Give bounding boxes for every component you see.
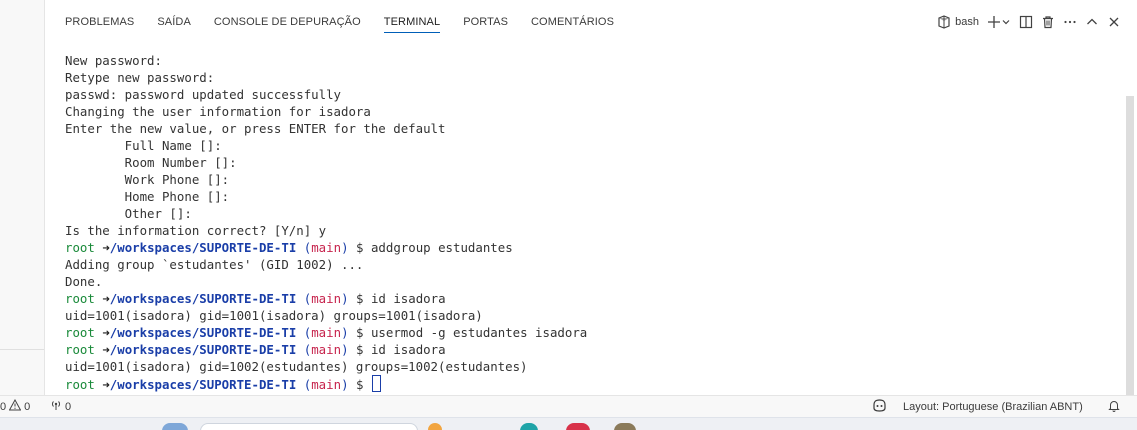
terminal-line: Full Name []: — [65, 138, 222, 153]
trash-icon — [1041, 15, 1055, 29]
terminal-line: New password: — [65, 53, 162, 68]
prompt-user: root — [65, 240, 95, 255]
prompt-branch: main — [311, 240, 342, 255]
prompt-user: root — [65, 342, 95, 357]
prompt-user: root — [65, 377, 95, 392]
status-bar: 0 0 0 Layout: Portuguese (Brazilian ABNT… — [0, 395, 1137, 417]
terminal-icon — [937, 15, 951, 29]
prompt-branch-paren: ) — [341, 342, 349, 357]
prompt-arrow: ➜ — [102, 377, 110, 392]
prompt-command: addgroup estudantes — [370, 240, 513, 255]
prompt-symbol: $ — [356, 342, 364, 357]
prompt-branch: main — [311, 377, 342, 392]
prompt-branch: main — [311, 325, 342, 340]
terminal-prompt-line: root ➜/workspaces/SUPORTE-DE-TI (main) $… — [65, 324, 1105, 341]
terminal-line: Retype new password: — [65, 70, 215, 85]
chevron-down-icon[interactable] — [1001, 17, 1011, 27]
prompt-arrow: ➜ — [102, 240, 110, 255]
prompt-path: /workspaces/SUPORTE-DE-TI — [109, 342, 297, 357]
copilot-icon — [872, 398, 887, 415]
prompt-branch-paren: ) — [341, 325, 349, 340]
split-terminal-button[interactable] — [1019, 15, 1033, 29]
prompt-path: /workspaces/SUPORTE-DE-TI — [109, 377, 297, 392]
close-icon — [1107, 15, 1121, 29]
terminal-prompt-line: root ➜/workspaces/SUPORTE-DE-TI (main) $ — [65, 375, 1105, 392]
tab-comments[interactable]: COMENTÁRIOS — [531, 0, 614, 44]
ports-status[interactable]: 0 — [50, 396, 71, 417]
notifications-button[interactable] — [1108, 396, 1120, 417]
terminal-prompt-line: root ➜/workspaces/SUPORTE-DE-TI (main) $… — [65, 341, 1105, 358]
warning-icon — [8, 398, 22, 414]
terminal-line: passwd: password updated successfully — [65, 87, 342, 102]
plus-icon — [987, 15, 1001, 29]
prompt-arrow: ➜ — [102, 291, 110, 306]
shell-label: bash — [955, 16, 979, 28]
prompt-branch-paren: ) — [341, 291, 349, 306]
terminal-shell-selector[interactable]: bash — [937, 15, 979, 29]
prompt-command: usermod -g estudantes isadora — [370, 325, 588, 340]
terminal-prompt-line: root ➜/workspaces/SUPORTE-DE-TI (main) $… — [65, 239, 1105, 256]
terminal-line: Work Phone []: — [65, 172, 230, 187]
bell-icon — [1108, 399, 1120, 415]
split-icon — [1019, 15, 1033, 29]
terminal-line: Other []: — [65, 206, 192, 221]
prompt-symbol: $ — [356, 325, 364, 340]
prompt-branch-paren: ) — [341, 240, 349, 255]
terminal-line: Adding group `estudantes' (GID 1002) ... — [65, 257, 364, 272]
close-panel-button[interactable] — [1107, 15, 1121, 29]
prompt-branch: main — [311, 342, 342, 357]
prompt-symbol: $ — [356, 240, 364, 255]
prompt-path: /workspaces/SUPORTE-DE-TI — [109, 240, 297, 255]
terminal-line: Home Phone []: — [65, 189, 230, 204]
tab-problems[interactable]: PROBLEMAS — [65, 0, 134, 44]
os-taskbar — [0, 417, 1137, 430]
prompt-branch-paren: ) — [341, 377, 349, 392]
terminal-panel: PROBLEMAS SAÍDA CONSOLE DE DEPURAÇÃO TER… — [45, 0, 1137, 401]
error-count: 0 — [0, 400, 7, 413]
terminal-line: Is the information correct? [Y/n] y — [65, 223, 327, 238]
terminal-prompt-line: root ➜/workspaces/SUPORTE-DE-TI (main) $… — [65, 290, 1105, 307]
prompt-symbol: $ — [356, 377, 364, 392]
chevron-up-icon — [1085, 15, 1099, 29]
scrollbar-thumb[interactable] — [1126, 96, 1134, 401]
terminal-line: uid=1001(isadora) gid=1002(estudantes) g… — [65, 359, 528, 374]
prompt-symbol: $ — [356, 291, 364, 306]
keyboard-layout-label: Layout: Portuguese (Brazilian ABNT) — [903, 400, 1083, 413]
terminal-output[interactable]: New password: Retype new password: passwd:… — [65, 52, 1105, 392]
kill-terminal-button[interactable] — [1041, 15, 1055, 29]
tab-output[interactable]: SAÍDA — [157, 0, 191, 44]
tab-ports[interactable]: PORTAS — [463, 0, 508, 44]
terminal-line: Room Number []: — [65, 155, 237, 170]
terminal-cursor — [371, 375, 381, 392]
prompt-path: /workspaces/SUPORTE-DE-TI — [109, 325, 297, 340]
terminal-line: Changing the user information for isador… — [65, 104, 371, 119]
keyboard-layout-status[interactable]: Layout: Portuguese (Brazilian ABNT) — [903, 396, 1083, 417]
problems-status[interactable]: 0 0 — [0, 396, 30, 417]
tab-terminal[interactable]: TERMINAL — [383, 0, 441, 44]
divider — [0, 349, 44, 350]
prompt-command: id isadora — [370, 342, 446, 357]
maximize-panel-button[interactable] — [1085, 15, 1099, 29]
prompt-path: /workspaces/SUPORTE-DE-TI — [109, 291, 297, 306]
terminal-scrollbar[interactable] — [1123, 44, 1137, 401]
terminal-line: uid=1001(isadora) gid=1001(isadora) grou… — [65, 308, 483, 323]
terminal-line: Enter the new value, or press ENTER for … — [65, 121, 446, 136]
new-terminal-button[interactable] — [987, 15, 1011, 29]
prompt-branch: main — [311, 291, 342, 306]
prompt-command: id isadora — [370, 291, 446, 306]
broadcast-icon — [50, 399, 62, 414]
ports-count: 0 — [65, 400, 72, 413]
panel-actions: bash — [937, 0, 1121, 44]
prompt-arrow: ➜ — [102, 342, 110, 357]
ellipsis-icon — [1063, 15, 1077, 29]
copilot-status[interactable] — [872, 396, 887, 417]
sidebar-edge — [0, 0, 45, 395]
prompt-arrow: ➜ — [102, 325, 110, 340]
warning-count: 0 — [24, 400, 31, 413]
prompt-user: root — [65, 325, 95, 340]
tab-debug-console[interactable]: CONSOLE DE DEPURAÇÃO — [214, 0, 361, 44]
more-actions-button[interactable] — [1063, 15, 1077, 29]
terminal-line: Done. — [65, 274, 103, 289]
prompt-user: root — [65, 291, 95, 306]
